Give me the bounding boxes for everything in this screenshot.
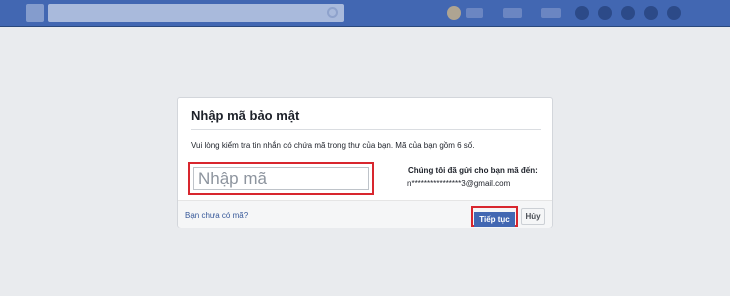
sent-to-label: Chúng tôi đã gửi cho bạn mã đến: — [408, 166, 538, 175]
cancel-button[interactable]: Hủy — [521, 208, 545, 225]
no-code-link[interactable]: Bạn chưa có mã? — [185, 211, 248, 220]
security-code-dialog: Nhập mã bảo mật Vui lòng kiểm tra tin nh… — [177, 97, 553, 228]
instructions-text: Vui lòng kiểm tra tin nhắn có chứa mã tr… — [191, 141, 475, 150]
top-navigation-bar — [0, 0, 730, 27]
avatar[interactable] — [447, 6, 461, 20]
menu-dropdown-icon[interactable] — [667, 6, 681, 20]
messenger-icon[interactable] — [598, 6, 612, 20]
create-nav-item[interactable] — [541, 8, 561, 18]
facebook-logo-icon[interactable] — [26, 4, 44, 22]
search-icon[interactable] — [327, 7, 338, 18]
dialog-footer: Bạn chưa có mã? Tiếp tục Hủy — [178, 200, 552, 228]
dialog-title: Nhập mã bảo mật — [191, 108, 300, 123]
continue-button-highlight: Tiếp tục — [471, 206, 518, 227]
search-input[interactable] — [48, 4, 344, 22]
help-icon[interactable] — [644, 6, 658, 20]
friend-requests-icon[interactable] — [575, 6, 589, 20]
notifications-icon[interactable] — [621, 6, 635, 20]
code-input-highlight — [188, 162, 374, 195]
security-code-input[interactable] — [193, 167, 369, 190]
profile-nav-item[interactable] — [466, 8, 483, 18]
continue-button[interactable]: Tiếp tục — [474, 212, 515, 227]
home-nav-item[interactable] — [503, 8, 522, 18]
sent-to-email: n****************3@gmail.com — [407, 179, 511, 188]
divider — [191, 129, 541, 130]
